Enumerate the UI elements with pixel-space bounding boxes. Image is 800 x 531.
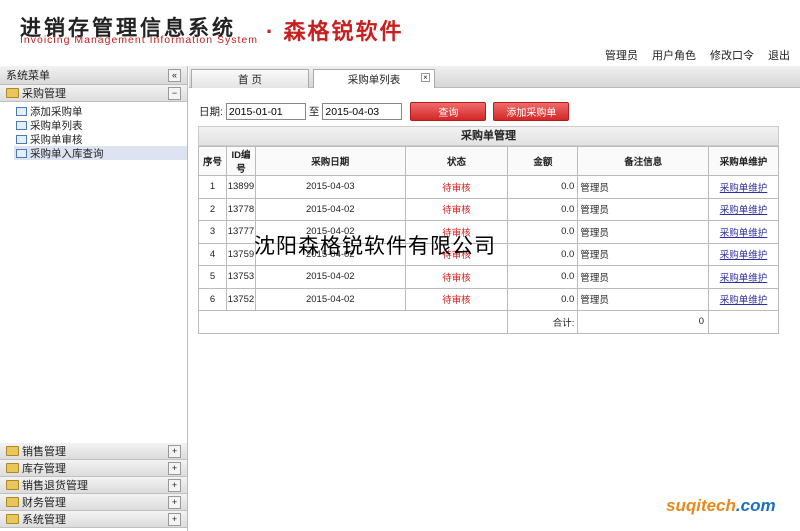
folder-icon (6, 446, 19, 456)
tab-home[interactable]: 首 页 (191, 69, 309, 88)
date-label: 日期: (199, 106, 223, 118)
sidebar-item-order-list[interactable]: 采购单列表 (14, 118, 187, 132)
top-links: 管理员 用户角色 修改口令 退出 (605, 47, 790, 63)
col-id: ID编号 (225, 146, 256, 176)
status-cell: 待审核 (404, 287, 509, 311)
group-purchase[interactable]: 采购管理 − (0, 85, 187, 102)
document-icon (16, 134, 27, 144)
filter-bar: 日期: 至 查询 添加采购单 (199, 102, 570, 121)
maintain-link[interactable]: 采购单维护 (720, 183, 768, 194)
app-subtitle: Invoicing Management Information System (20, 34, 259, 46)
group-sales-return[interactable]: 销售退货管理 + (0, 477, 187, 494)
purchase-menu: 添加采购单 采购单列表 采购单审核 采购单入库查询 (0, 102, 187, 160)
close-tab-icon[interactable]: × (421, 73, 430, 82)
maintain-link[interactable]: 采购单维护 (720, 250, 768, 261)
link-admin[interactable]: 管理员 (605, 47, 638, 63)
folder-icon (6, 514, 19, 524)
document-icon (16, 148, 27, 158)
col-date: 采购日期 (254, 146, 406, 176)
maintain-link[interactable]: 采购单维护 (720, 273, 768, 284)
table-row: 2 13778 2015-04-02 待审核 0.0 管理员 采购单维护 (198, 197, 779, 221)
table-row: 1 13899 2015-04-03 待审核 0.0 管理员 采购单维护 (198, 175, 779, 199)
expand-icon[interactable]: + (168, 478, 181, 492)
col-status: 状态 (404, 146, 509, 176)
group-finance[interactable]: 财务管理 + (0, 494, 187, 511)
status-cell: 待审核 (404, 265, 509, 289)
sidebar-item-order-review[interactable]: 采购单审核 (14, 132, 187, 146)
group-system[interactable]: 系统管理 + (0, 511, 187, 528)
date-from-input[interactable] (225, 103, 306, 120)
total-row: 合计: 0 (197, 310, 779, 334)
app-header: 进销存管理信息系统 Invoicing Management Informati… (0, 0, 800, 64)
col-note: 备注信息 (577, 146, 710, 176)
sidebar-title: 系统菜单 (6, 70, 50, 82)
collapse-group-icon[interactable]: − (168, 86, 181, 100)
group-sales[interactable]: 销售管理 + (0, 443, 187, 460)
company-overlay-text: 沈阳森格锐软件有限公司 (254, 235, 496, 258)
total-value: 0 (577, 310, 710, 334)
maintain-link[interactable]: 采购单维护 (720, 228, 768, 239)
add-order-button[interactable]: 添加采购单 (493, 102, 570, 121)
sidebar-item-stock-in-query[interactable]: 采购单入库查询 (14, 146, 187, 160)
watermark-logo: suqitech.com (666, 496, 776, 515)
folder-icon (6, 463, 19, 473)
sidebar-item-add-order[interactable]: 添加采购单 (14, 104, 187, 118)
group-purchase-label: 采购管理 (22, 88, 66, 100)
sidebar: 系统菜单 « 采购管理 − 添加采购单 采购单列表 采购单审核 采购单入库查询 … (0, 66, 188, 531)
expand-icon[interactable]: + (168, 512, 181, 526)
collapsed-groups: 销售管理 + 库存管理 + 销售退货管理 + 财务管理 + 系统管理 + (0, 443, 187, 528)
folder-icon (6, 497, 19, 507)
link-logout[interactable]: 退出 (768, 47, 790, 63)
col-maintain: 采购单维护 (708, 146, 779, 176)
date-to-input[interactable] (322, 103, 403, 120)
collapse-sidebar-icon[interactable]: « (168, 68, 181, 82)
col-amount: 金额 (507, 146, 579, 176)
col-seq: 序号 (198, 146, 227, 176)
brand-logo: · 森格锐软件 (266, 19, 404, 44)
expand-icon[interactable]: + (168, 444, 181, 458)
sidebar-header: 系统菜单 « (0, 66, 187, 85)
group-inventory[interactable]: 库存管理 + (0, 460, 187, 477)
expand-icon[interactable]: + (168, 495, 181, 509)
maintain-link[interactable]: 采购单维护 (720, 295, 768, 306)
link-change-password[interactable]: 修改口令 (710, 47, 754, 63)
document-icon (16, 120, 27, 130)
status-cell: 待审核 (404, 197, 509, 221)
main-area: 首 页 采购单列表× 日期: 至 查询 添加采购单 采购单管理 序号 ID编号 … (189, 66, 800, 531)
to-label: 至 (308, 106, 320, 118)
tab-order-list[interactable]: 采购单列表 × (313, 69, 435, 88)
document-icon (16, 106, 27, 116)
folder-icon (6, 480, 19, 490)
maintain-link[interactable]: 采购单维护 (720, 205, 768, 216)
tab-bar: 首 页 采购单列表 × (189, 66, 800, 88)
expand-icon[interactable]: + (168, 461, 181, 475)
status-cell: 待审核 (404, 175, 509, 199)
folder-icon (6, 88, 19, 98)
link-user-roles[interactable]: 用户角色 (652, 47, 696, 63)
table-row: 5 13753 2015-04-02 待审核 0.0 管理员 采购单维护 (198, 265, 779, 289)
total-label: 合计: (507, 310, 579, 334)
table-row: 6 13752 2015-04-02 待审核 0.0 管理员 采购单维护 (198, 287, 779, 311)
panel-title: 采购单管理 (198, 126, 779, 146)
query-button[interactable]: 查询 (410, 102, 487, 121)
